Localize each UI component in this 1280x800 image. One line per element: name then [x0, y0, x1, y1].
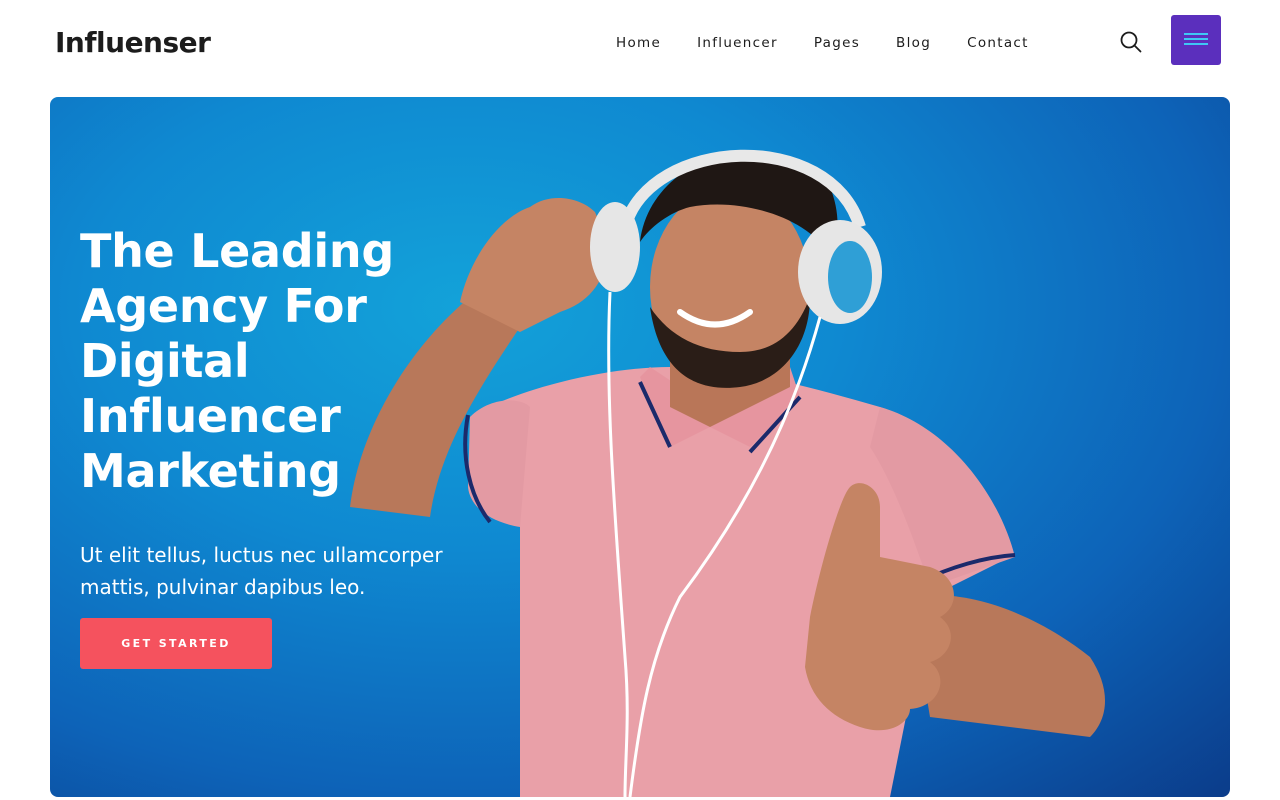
left-sleeve: [468, 400, 530, 527]
site-logo[interactable]: Influenser: [55, 26, 211, 59]
nav-item-pages[interactable]: Pages: [814, 35, 860, 51]
raised-hand: [460, 197, 610, 332]
nav-item-contact[interactable]: Contact: [967, 35, 1029, 51]
main-nav: Home Influencer Pages Blog Contact: [616, 35, 1065, 51]
hero-banner: The Leading Agency For Digital Influence…: [50, 97, 1230, 797]
hero-title: The Leading Agency For Digital Influence…: [80, 224, 394, 498]
search-button[interactable]: [1119, 30, 1143, 54]
search-icon: [1120, 31, 1142, 53]
nav-item-home[interactable]: Home: [616, 35, 661, 51]
hamburger-menu-icon: [1184, 33, 1208, 35]
nav-item-influencer[interactable]: Influencer: [697, 35, 778, 51]
headphone-left: [590, 202, 640, 292]
get-started-button[interactable]: GET STARTED: [80, 618, 272, 669]
nav-item-blog[interactable]: Blog: [896, 35, 931, 51]
menu-button[interactable]: [1171, 15, 1221, 65]
hero-subtitle: Ut elit tellus, luctus nec ullamcorper m…: [80, 543, 443, 599]
site-header: Influenser Home Influencer Pages Blog Co…: [0, 0, 1280, 86]
